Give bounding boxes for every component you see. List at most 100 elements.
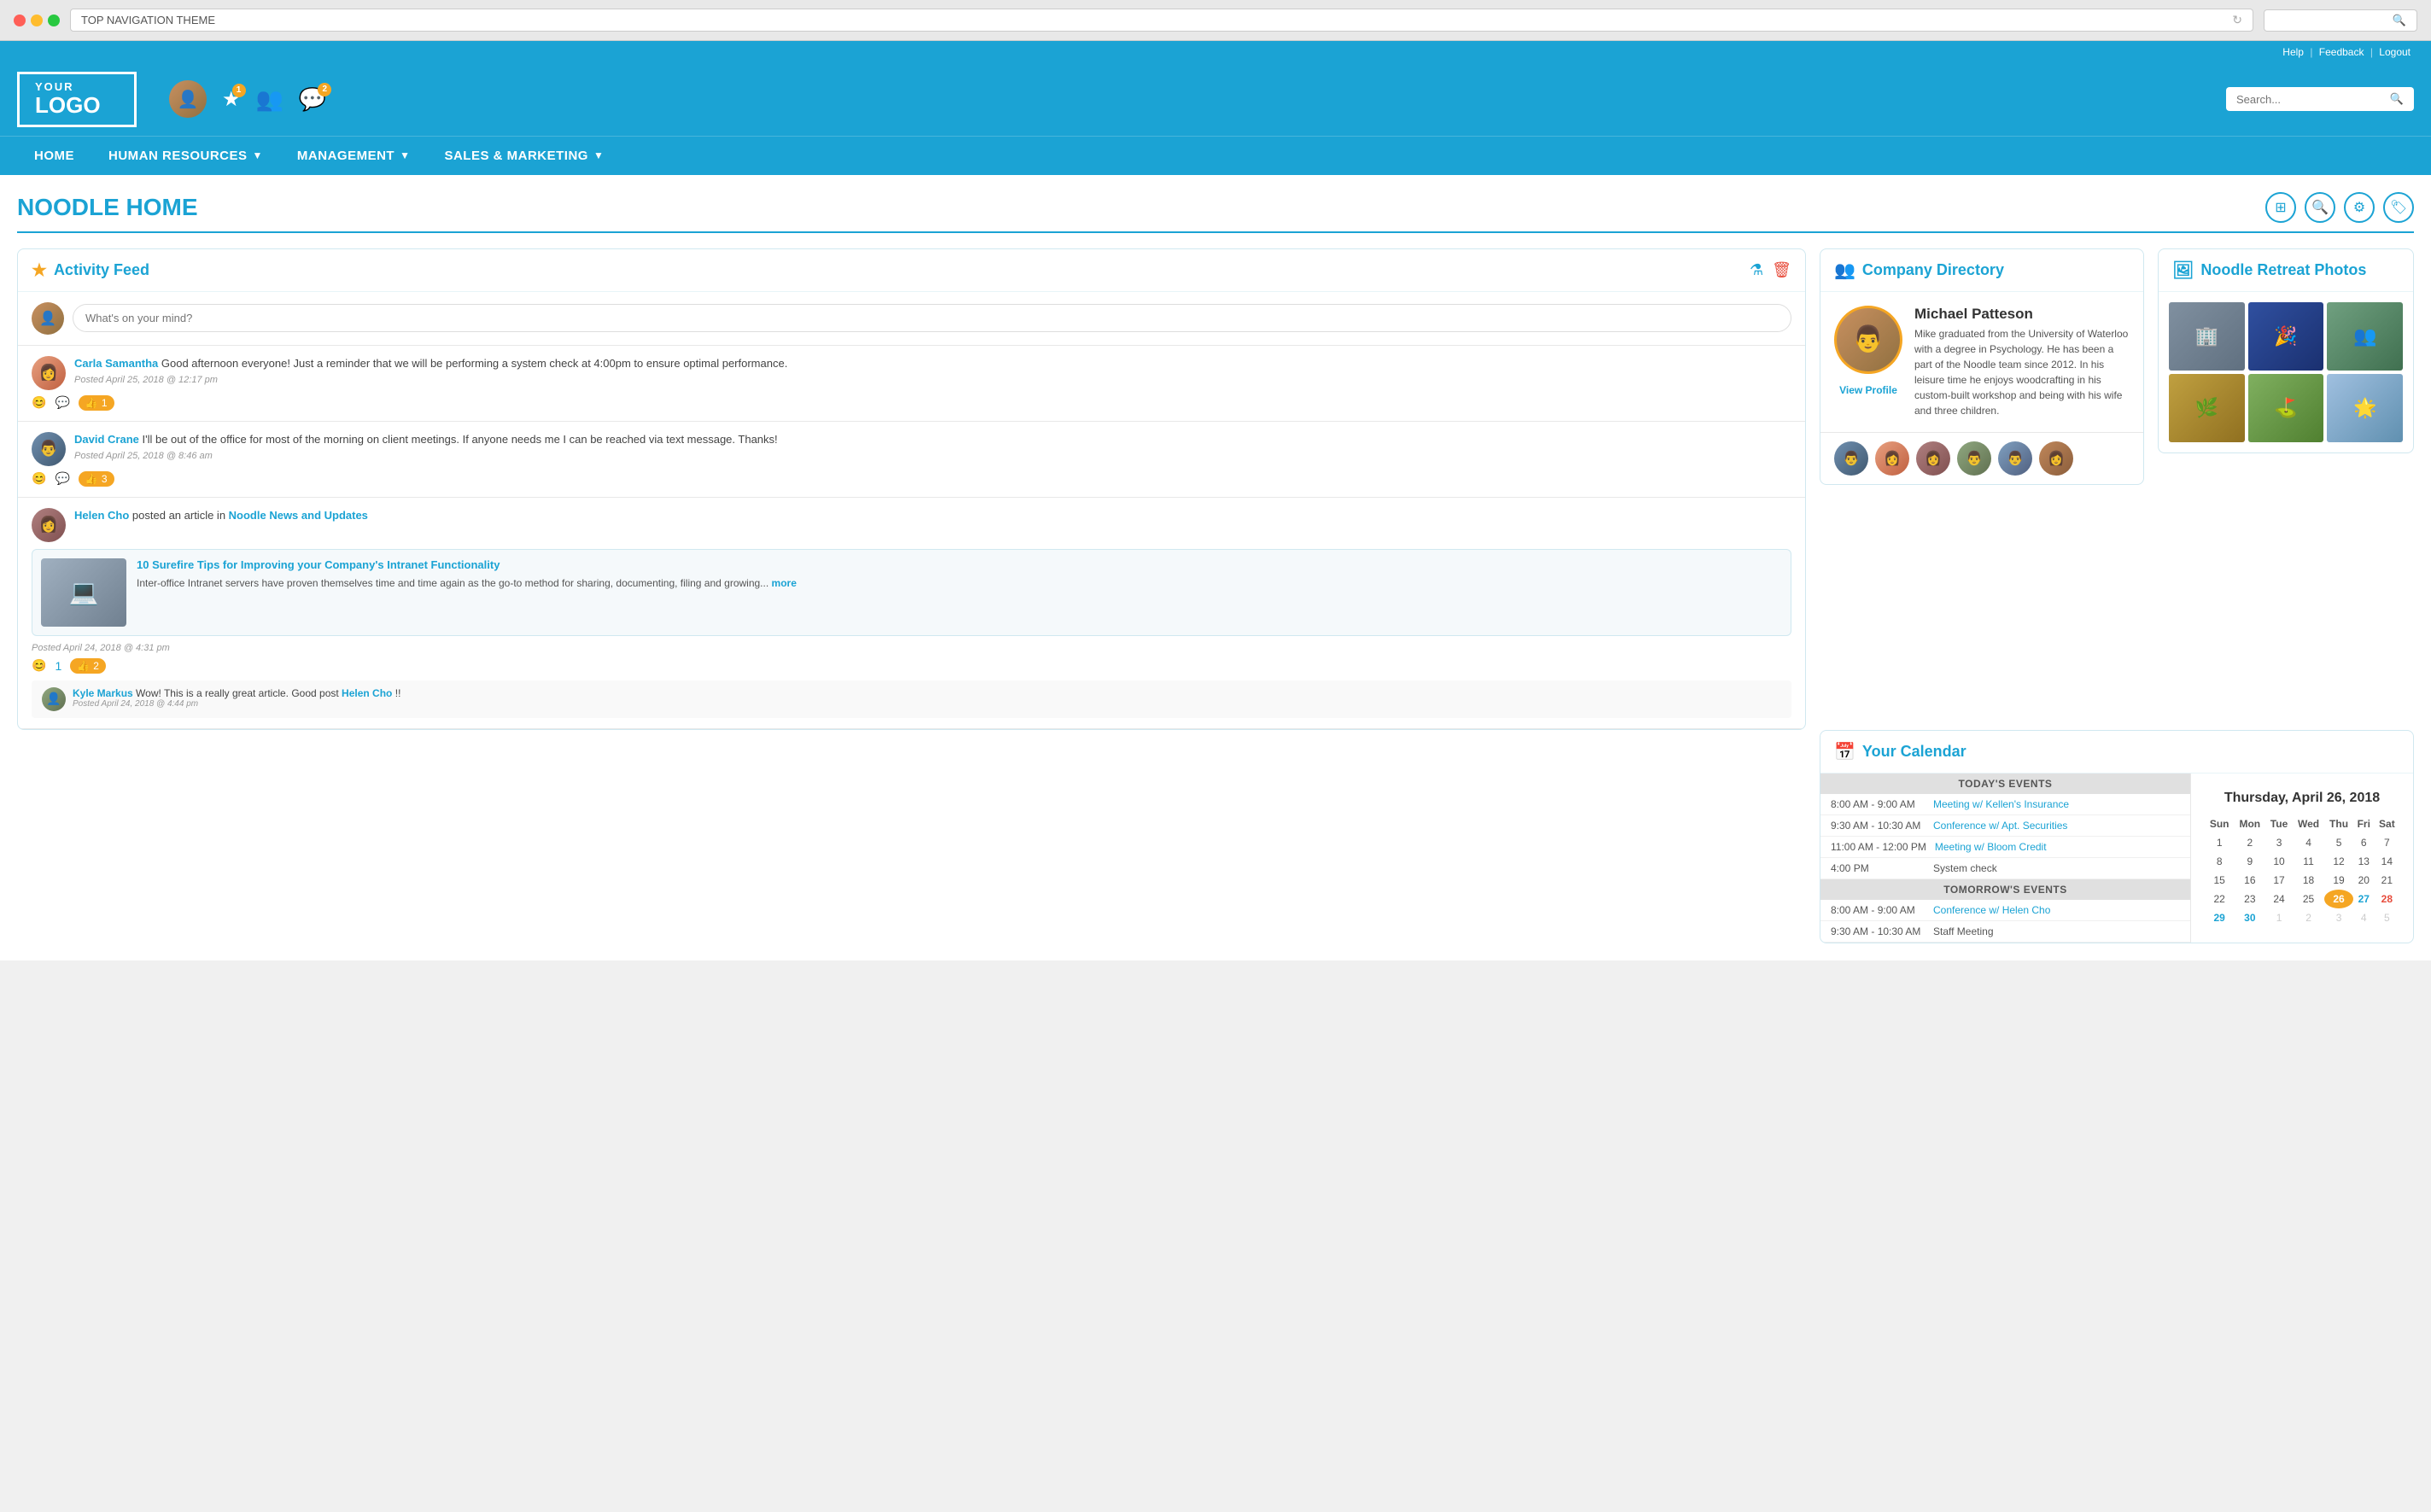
cal-day-15[interactable]: 15 xyxy=(2205,871,2234,890)
cal-day-next-5[interactable]: 5 xyxy=(2375,908,2399,927)
dir-avatar-2[interactable]: 👩 xyxy=(1875,441,1909,476)
logout-link[interactable]: Logout xyxy=(2379,46,2411,58)
nav-management[interactable]: MANAGEMENT ▼ xyxy=(280,137,428,175)
article-more-link[interactable]: more xyxy=(772,577,797,589)
cal-day-8[interactable]: 8 xyxy=(2205,852,2234,871)
header-search[interactable]: 🔍 xyxy=(2226,87,2414,111)
photo-4[interactable]: 🌿 xyxy=(2169,374,2245,442)
browser-search[interactable]: 🔍 xyxy=(2264,9,2417,32)
post2-comment-btn[interactable]: 💬 xyxy=(55,471,69,486)
tag-tool-button[interactable]: 🏷 xyxy=(2383,192,2414,223)
cal-day-27[interactable]: 27 xyxy=(2353,890,2375,908)
post2-like-btn[interactable]: 👍 3 xyxy=(79,471,114,487)
post3-like-btn[interactable]: 👍 2 xyxy=(70,658,106,674)
post2-like-icon: 👍 xyxy=(85,473,98,485)
event-3-label[interactable]: Meeting w/ Bloom Credit xyxy=(1935,841,2047,853)
nav-sales[interactable]: SALES & MARKETING ▼ xyxy=(427,137,621,175)
event-5-label[interactable]: Conference w/ Helen Cho xyxy=(1933,904,2050,916)
cal-day-23[interactable]: 23 xyxy=(2234,890,2265,908)
add-widget-button[interactable]: ⊞ xyxy=(2265,192,2296,223)
cal-day-next-4[interactable]: 4 xyxy=(2353,908,2375,927)
address-bar[interactable]: TOP NAVIGATION THEME ↻ xyxy=(70,9,2253,32)
dir-avatar-5[interactable]: 👨 xyxy=(1998,441,2032,476)
search-icon: 🔍 xyxy=(2390,92,2404,106)
cal-day-17[interactable]: 17 xyxy=(2265,871,2293,890)
cal-week-4: 22 23 24 25 26 27 28 xyxy=(2205,890,2399,908)
cal-day-30[interactable]: 30 xyxy=(2234,908,2265,927)
middle-column: 👥 Company Directory 👨 View Profile Micha… xyxy=(1820,248,2144,730)
cal-day-20[interactable]: 20 xyxy=(2353,871,2375,890)
logo[interactable]: YOUR LOGO xyxy=(17,72,137,127)
cal-day-13[interactable]: 13 xyxy=(2353,852,2375,871)
cal-day-29[interactable]: 29 xyxy=(2205,908,2234,927)
photo-5[interactable]: ⛳ xyxy=(2248,374,2324,442)
cal-day-18[interactable]: 18 xyxy=(2293,871,2325,890)
post3-comment-count[interactable]: 1 xyxy=(55,659,61,673)
settings-tool-button[interactable]: ⚙ xyxy=(2344,192,2375,223)
cal-day-next-2[interactable]: 2 xyxy=(2293,908,2325,927)
view-profile-link[interactable]: View Profile xyxy=(1839,384,1897,396)
filter-icon[interactable]: ⚗ xyxy=(1750,261,1763,279)
post2-emoji-btn[interactable]: 😊 xyxy=(32,471,46,486)
cal-day-26-today[interactable]: 26 xyxy=(2324,890,2353,908)
article-title[interactable]: 10 Surefire Tips for Improving your Comp… xyxy=(137,558,1782,573)
cal-day-next-1[interactable]: 1 xyxy=(2265,908,2293,927)
cal-day-9[interactable]: 9 xyxy=(2234,852,2265,871)
carla-name[interactable]: Carla Samantha xyxy=(74,357,158,370)
cal-day-6[interactable]: 6 xyxy=(2353,833,2375,852)
helen-name[interactable]: Helen Cho xyxy=(74,509,129,522)
post1-comment-btn[interactable]: 💬 xyxy=(55,395,69,410)
event-1-label[interactable]: Meeting w/ Kellen's Insurance xyxy=(1933,798,2069,810)
nav-hr[interactable]: HUMAN RESOURCES ▼ xyxy=(91,137,280,175)
nav-home[interactable]: HOME xyxy=(17,137,91,175)
cal-day-22[interactable]: 22 xyxy=(2205,890,2234,908)
close-button[interactable] xyxy=(14,15,26,26)
post3-emoji-btn[interactable]: 😊 xyxy=(32,658,46,673)
cal-day-2[interactable]: 2 xyxy=(2234,833,2265,852)
contacts-icon-wrapper[interactable]: 👥 xyxy=(256,86,283,113)
notifications-icon-wrapper[interactable]: ★ 1 xyxy=(222,87,241,112)
refresh-icon[interactable]: ↻ xyxy=(2232,13,2242,27)
cal-day-24[interactable]: 24 xyxy=(2265,890,2293,908)
david-name[interactable]: David Crane xyxy=(74,433,139,446)
helen-mention[interactable]: Helen Cho xyxy=(342,687,392,699)
post1-emoji-btn[interactable]: 😊 xyxy=(32,395,46,410)
cal-day-12[interactable]: 12 xyxy=(2324,852,2353,871)
cal-day-11[interactable]: 11 xyxy=(2293,852,2325,871)
cal-day-21[interactable]: 21 xyxy=(2375,871,2399,890)
cal-day-16[interactable]: 16 xyxy=(2234,871,2265,890)
cal-day-1[interactable]: 1 xyxy=(2205,833,2234,852)
cal-day-4[interactable]: 4 xyxy=(2293,833,2325,852)
photo-6[interactable]: 🌟 xyxy=(2327,374,2403,442)
cal-day-25[interactable]: 25 xyxy=(2293,890,2325,908)
helen-channel[interactable]: Noodle News and Updates xyxy=(229,509,368,522)
photo-3[interactable]: 👥 xyxy=(2327,302,2403,371)
cal-day-7[interactable]: 7 xyxy=(2375,833,2399,852)
dir-avatar-4[interactable]: 👨 xyxy=(1957,441,1991,476)
dir-avatar-1[interactable]: 👨 xyxy=(1834,441,1868,476)
event-2-label[interactable]: Conference w/ Apt. Securities xyxy=(1933,820,2067,832)
search-input[interactable] xyxy=(2236,93,2390,106)
help-link[interactable]: Help xyxy=(2282,46,2304,58)
cal-day-3[interactable]: 3 xyxy=(2265,833,2293,852)
delete-icon[interactable]: 🗑 xyxy=(1772,261,1791,279)
cal-day-19[interactable]: 19 xyxy=(2324,871,2353,890)
kyle-name[interactable]: Kyle Markus xyxy=(73,687,133,699)
cal-day-28[interactable]: 28 xyxy=(2375,890,2399,908)
dir-avatar-3[interactable]: 👩 xyxy=(1916,441,1950,476)
cal-day-5[interactable]: 5 xyxy=(2324,833,2353,852)
maximize-button[interactable] xyxy=(48,15,60,26)
post1-like-btn[interactable]: 👍 1 xyxy=(79,395,114,411)
post-what-input[interactable] xyxy=(73,304,1791,332)
feedback-link[interactable]: Feedback xyxy=(2319,46,2364,58)
dir-avatar-6[interactable]: 👩 xyxy=(2039,441,2073,476)
photo-1[interactable]: 🏢 xyxy=(2169,302,2245,371)
cal-day-14[interactable]: 14 xyxy=(2375,852,2399,871)
cal-day-next-3[interactable]: 3 xyxy=(2324,908,2353,927)
photo-2[interactable]: 🎉 xyxy=(2248,302,2324,371)
search-tool-button[interactable]: 🔍 xyxy=(2305,192,2335,223)
cal-day-10[interactable]: 10 xyxy=(2265,852,2293,871)
user-avatar[interactable]: 👤 xyxy=(169,80,207,118)
messages-icon-wrapper[interactable]: 💬 2 xyxy=(299,86,326,113)
minimize-button[interactable] xyxy=(31,15,43,26)
